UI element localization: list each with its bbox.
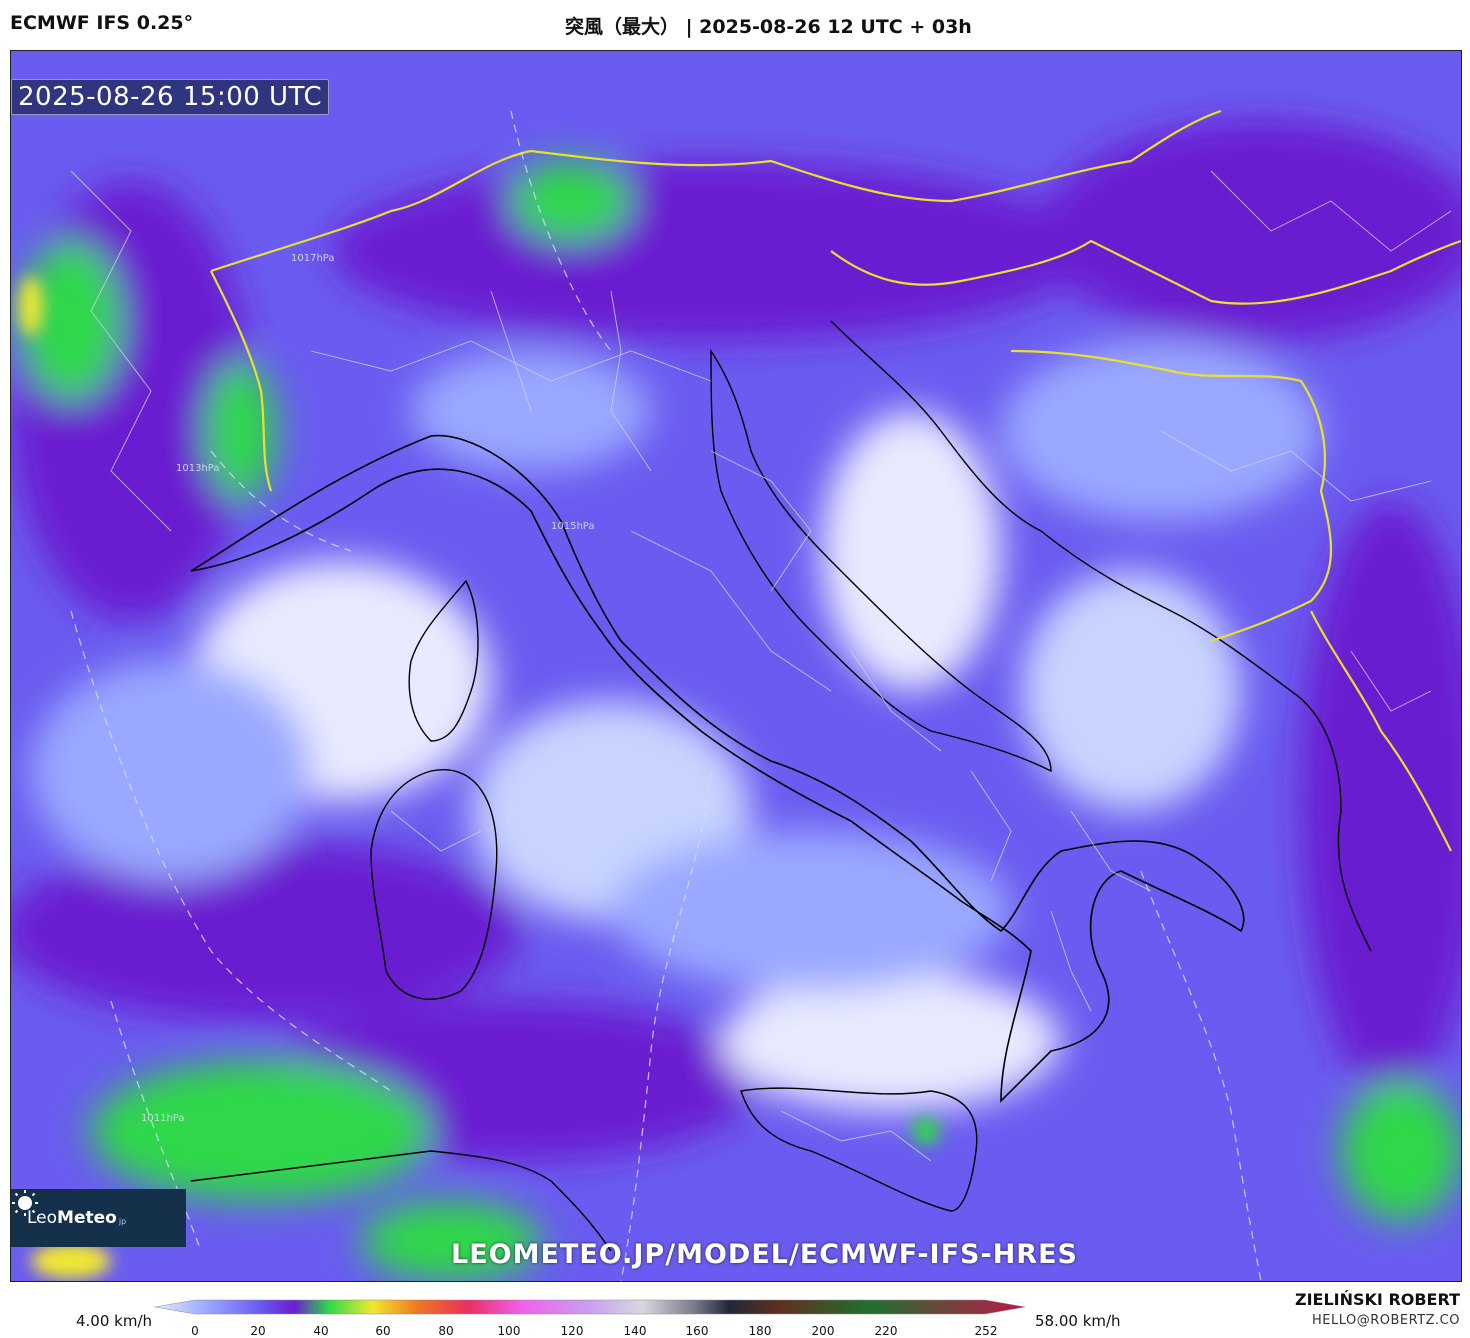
isobar-label: 1017hPa [291,253,335,264]
colorbar-tick: 180 [748,1324,772,1338]
colorbar [155,1299,1025,1315]
colorbar-tick: 160 [685,1324,709,1338]
sun-icon [12,1190,38,1216]
isobar-label: 1013hPa [176,463,220,474]
isobar-label: 1011hPa [141,1113,185,1124]
colorbar-tick: 140 [623,1324,647,1338]
colorbar-tick: 220 [874,1324,898,1338]
model-title: ECMWF IFS 0.25° [10,12,194,34]
source-url[interactable]: LEOMETEO.JP/MODEL/ECMWF-IFS-HRES [451,1239,1078,1270]
author-contact[interactable]: HELLO@ROBERTZ.CO [1312,1313,1460,1328]
colorbar-tick: 120 [560,1324,584,1338]
chart-title: 突風（最大） | 2025-08-26 12 UTC + 03h [565,16,972,38]
colorbar-tick: 20 [250,1324,266,1338]
colorbar-tick: 100 [497,1324,521,1338]
colorbar-tick: 0 [191,1324,199,1338]
colorbar-tick: 60 [375,1324,391,1338]
colorbar-tick: 200 [811,1324,835,1338]
logo-name: LeoMeteo [27,1208,117,1228]
legend-max-label: 58.00 km/h [1035,1312,1121,1330]
isobar-label: 1015hPa [551,521,595,532]
valid-time-badge: 2025-08-26 15:00 UTC [11,79,330,115]
logo-suffix: jp [118,1216,127,1226]
colorbar-tick: 40 [313,1324,329,1338]
colorbar-ticks: 0 20 40 60 80 100 120 140 160 180 200 22… [155,1324,1025,1338]
map-panel[interactable]: 1017hPa 1015hPa 1013hPa 1011hPa 2025-08-… [10,50,1462,1282]
colorbar-tick: 80 [438,1324,454,1338]
author-name: ZIELIŃSKI ROBERT [1294,1290,1460,1309]
wind-gust-map: 1017hPa 1015hPa 1013hPa 1011hPa [11,51,1461,1281]
legend-min-label: 4.00 km/h [76,1312,153,1330]
leometeo-logo[interactable]: LeoMeteo jp [11,1189,186,1247]
colorbar-tick: 252 [974,1324,998,1338]
